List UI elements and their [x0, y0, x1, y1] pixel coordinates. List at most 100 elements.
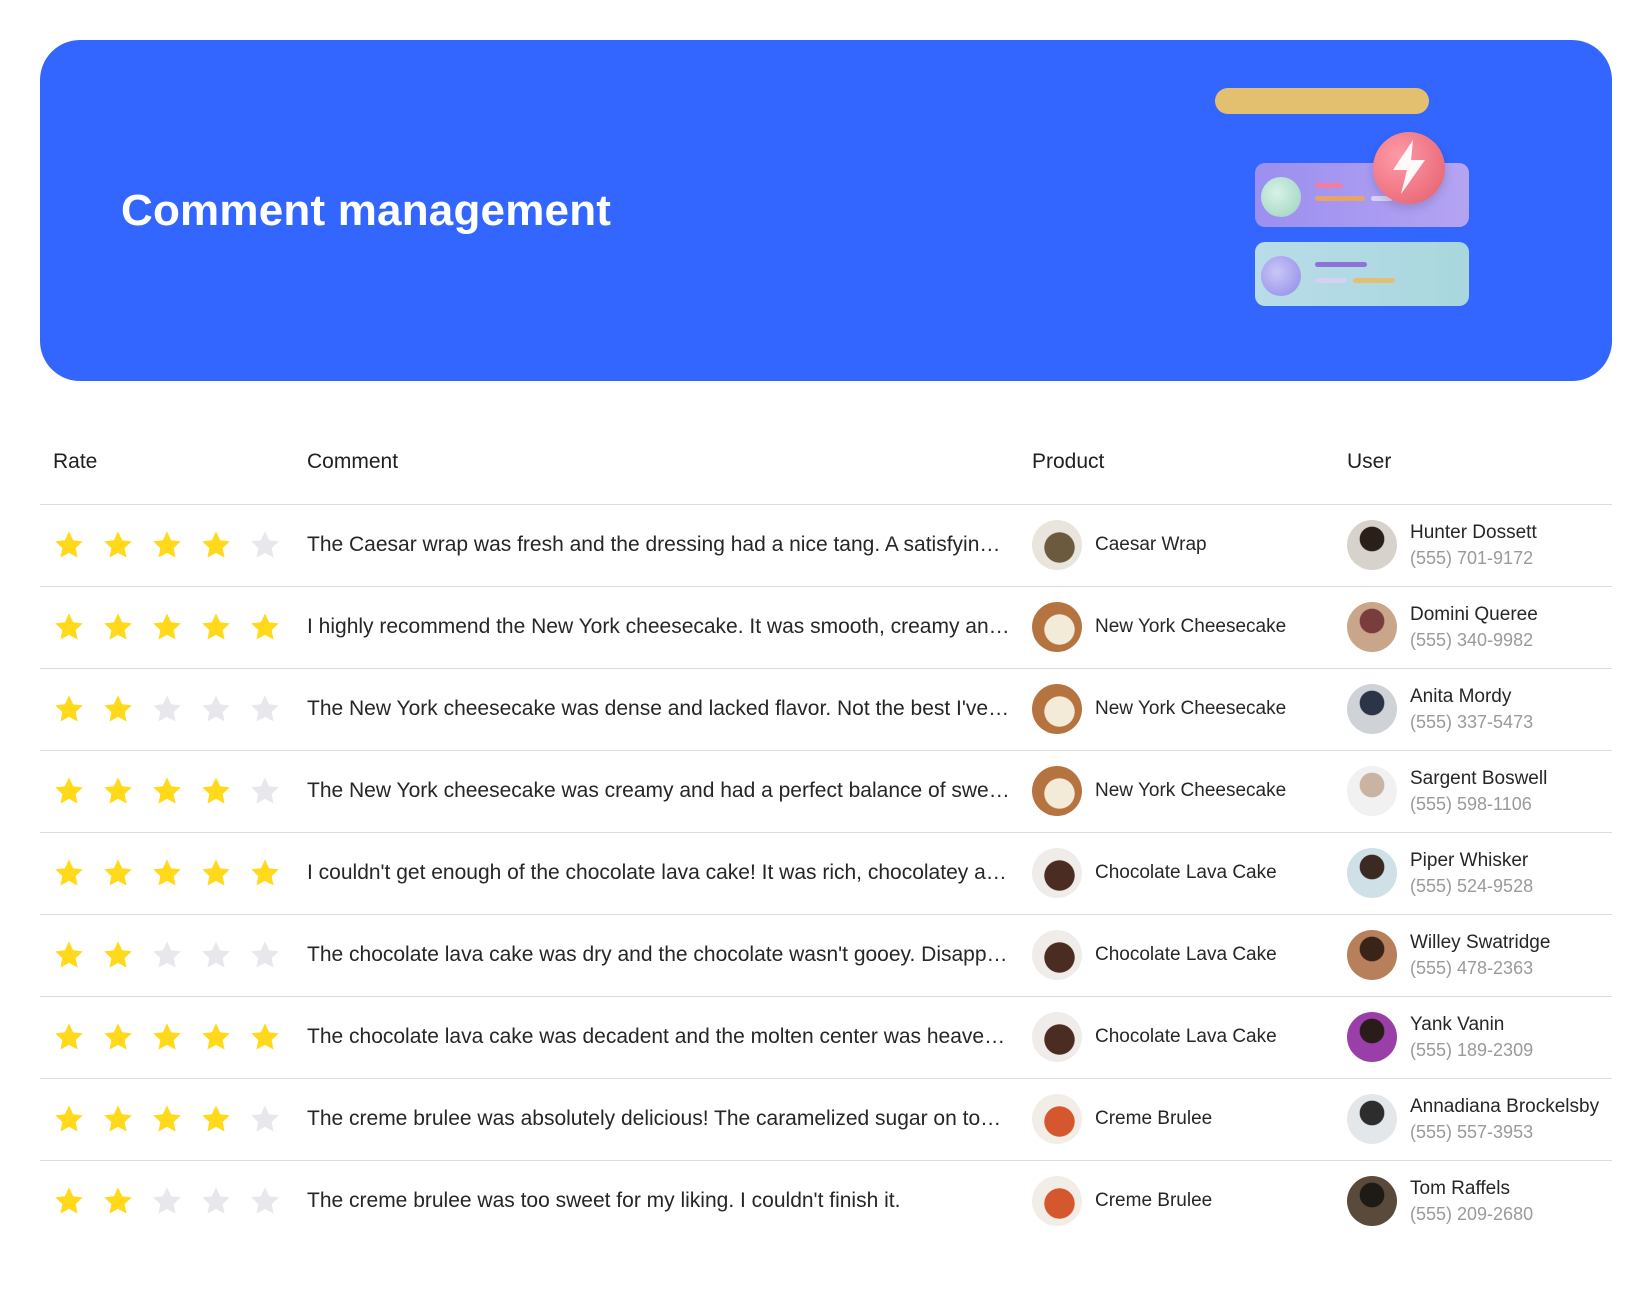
table-row[interactable]: The Caesar wrap was fresh and the dressi… — [40, 504, 1612, 587]
star-empty-icon — [249, 1185, 281, 1217]
star-filled-icon — [200, 1103, 232, 1135]
star-filled-icon — [102, 1185, 134, 1217]
user-phone: (555) 209-2680 — [1410, 1203, 1534, 1224]
rating-cell — [40, 668, 307, 751]
star-rating — [53, 775, 307, 807]
user-phone: (555) 701-9172 — [1410, 547, 1534, 568]
table-row[interactable]: The creme brulee was too sweet for my li… — [40, 1160, 1612, 1242]
user-phone: (555) 557-3953 — [1410, 1121, 1534, 1142]
product-cell: Caesar Wrap — [1032, 504, 1347, 587]
user-name[interactable]: Annadiana Brockelsby — [1410, 1096, 1599, 1118]
product-name[interactable]: Creme Brulee — [1095, 1108, 1212, 1130]
avatar — [1347, 1176, 1397, 1227]
star-filled-icon — [102, 1021, 134, 1053]
table-row[interactable]: The New York cheesecake was creamy and h… — [40, 750, 1612, 833]
user-phone: (555) 189-2309 — [1410, 1039, 1534, 1060]
user-name[interactable]: Anita Mordy — [1410, 686, 1533, 708]
star-filled-icon — [102, 939, 134, 971]
star-filled-icon — [200, 529, 232, 561]
star-filled-icon — [151, 1021, 183, 1053]
avatar — [1347, 766, 1397, 816]
user-name[interactable]: Sargent Boswell — [1410, 768, 1547, 790]
table-header-row: Rate Comment Product User — [40, 421, 1612, 505]
user-name[interactable]: Tom Raffels — [1410, 1178, 1533, 1200]
product-cell: Chocolate Lava Cake — [1032, 832, 1347, 915]
star-filled-icon — [53, 775, 85, 807]
comment-cell: I couldn't get enough of the chocolate l… — [307, 832, 1032, 915]
star-filled-icon — [249, 857, 281, 889]
star-filled-icon — [102, 529, 134, 561]
star-filled-icon — [102, 1103, 134, 1135]
star-filled-icon — [53, 857, 85, 889]
product-name[interactable]: Creme Brulee — [1095, 1190, 1212, 1212]
rating-cell — [40, 996, 307, 1079]
user-name[interactable]: Yank Vanin — [1410, 1014, 1533, 1036]
comment-cell: The creme brulee was too sweet for my li… — [307, 1160, 1032, 1242]
table-row[interactable]: I couldn't get enough of the chocolate l… — [40, 832, 1612, 915]
table-row[interactable]: I highly recommend the New York cheeseca… — [40, 586, 1612, 669]
user-name[interactable]: Hunter Dossett — [1410, 522, 1537, 544]
user-name[interactable]: Domini Queree — [1410, 604, 1538, 626]
product-cell: Creme Brulee — [1032, 1078, 1347, 1161]
product-cell: Creme Brulee — [1032, 1160, 1347, 1242]
user-phone: (555) 524-9528 — [1410, 875, 1534, 896]
comment-cell: The creme brulee was absolutely deliciou… — [307, 1078, 1032, 1161]
comment-text: I couldn't get enough of the chocolate l… — [307, 861, 1012, 884]
column-header-comment[interactable]: Comment — [307, 421, 1032, 505]
rating-cell — [40, 832, 307, 915]
avatar — [1347, 848, 1397, 898]
product-cell: New York Cheesecake — [1032, 586, 1347, 669]
user-cell: Piper Whisker (555) 524-9528 — [1347, 832, 1612, 915]
product-name[interactable]: New York Cheesecake — [1095, 780, 1286, 802]
user-cell: Domini Queree (555) 340-9982 — [1347, 586, 1612, 669]
avatar — [1347, 1094, 1397, 1144]
product-name[interactable]: Caesar Wrap — [1095, 534, 1207, 556]
table-row[interactable]: The creme brulee was absolutely deliciou… — [40, 1078, 1612, 1161]
product-name[interactable]: Chocolate Lava Cake — [1095, 1026, 1277, 1048]
star-filled-icon — [53, 693, 85, 725]
product-name[interactable]: Chocolate Lava Cake — [1095, 944, 1277, 966]
comment-cell: The chocolate lava cake was decadent and… — [307, 996, 1032, 1079]
star-empty-icon — [249, 1103, 281, 1135]
product-thumbnail — [1032, 1094, 1082, 1144]
table-row[interactable]: The chocolate lava cake was decadent and… — [40, 996, 1612, 1079]
avatar — [1347, 520, 1397, 570]
star-filled-icon — [249, 611, 281, 643]
table-row[interactable]: The New York cheesecake was dense and la… — [40, 668, 1612, 751]
star-empty-icon — [151, 1185, 183, 1217]
globe-icon — [1261, 256, 1301, 296]
rating-cell — [40, 1160, 307, 1242]
star-filled-icon — [102, 693, 134, 725]
product-name[interactable]: New York Cheesecake — [1095, 698, 1286, 720]
star-empty-icon — [151, 939, 183, 971]
comment-text: I highly recommend the New York cheeseca… — [307, 615, 1012, 638]
star-rating — [53, 693, 307, 725]
product-thumbnail — [1032, 684, 1082, 734]
user-name[interactable]: Willey Swatridge — [1410, 932, 1550, 954]
product-name[interactable]: Chocolate Lava Cake — [1095, 862, 1277, 884]
comment-text: The chocolate lava cake was dry and the … — [307, 943, 1012, 966]
column-header-rate[interactable]: Rate — [40, 421, 307, 505]
star-rating — [53, 1103, 307, 1135]
user-name[interactable]: Piper Whisker — [1410, 850, 1533, 872]
star-filled-icon — [151, 529, 183, 561]
star-filled-icon — [151, 857, 183, 889]
product-name[interactable]: New York Cheesecake — [1095, 616, 1286, 638]
user-phone: (555) 478-2363 — [1410, 957, 1534, 978]
star-empty-icon — [249, 939, 281, 971]
comment-text: The New York cheesecake was creamy and h… — [307, 779, 1012, 802]
column-header-user[interactable]: User — [1347, 421, 1612, 505]
table-row[interactable]: The chocolate lava cake was dry and the … — [40, 914, 1612, 997]
star-empty-icon — [151, 693, 183, 725]
star-filled-icon — [102, 611, 134, 643]
illustration-card-2 — [1255, 242, 1469, 306]
star-filled-icon — [200, 1021, 232, 1053]
column-header-product[interactable]: Product — [1032, 421, 1347, 505]
star-rating — [53, 529, 307, 561]
comment-text: The chocolate lava cake was decadent and… — [307, 1025, 1012, 1048]
rating-cell — [40, 750, 307, 833]
star-filled-icon — [151, 1103, 183, 1135]
user-phone: (555) 340-9982 — [1410, 629, 1534, 650]
product-cell: New York Cheesecake — [1032, 668, 1347, 751]
star-filled-icon — [53, 1021, 85, 1053]
